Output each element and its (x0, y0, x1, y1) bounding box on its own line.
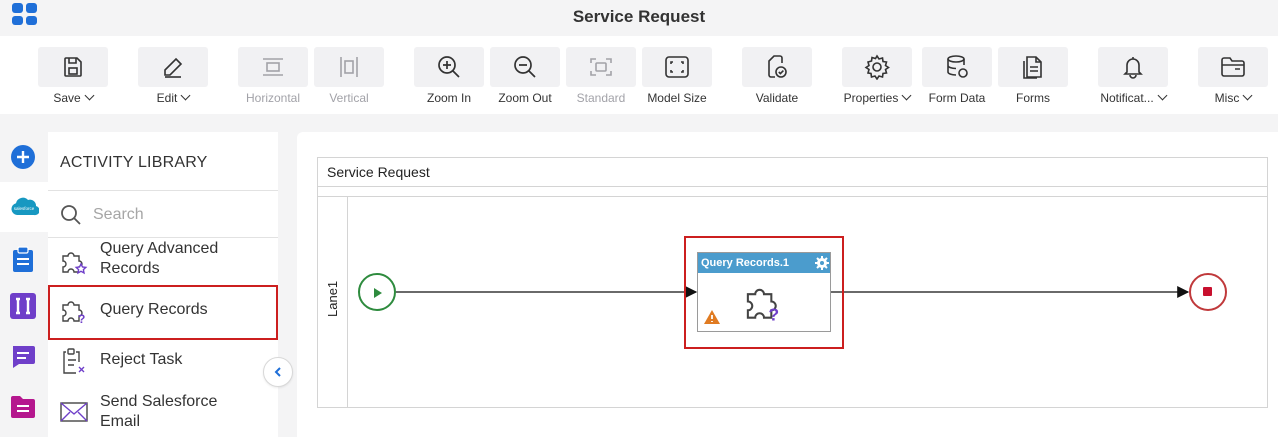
task-header: Query Records.1 (698, 253, 830, 273)
sequence-flows (396, 286, 1190, 298)
play-icon (374, 288, 382, 298)
query-records-task[interactable]: Query Records.1 ? (697, 252, 831, 332)
end-event[interactable] (1189, 273, 1227, 311)
svg-text:?: ? (768, 305, 779, 325)
stop-icon (1203, 287, 1212, 296)
puzzle-question-icon: ? (746, 288, 779, 325)
start-event[interactable] (358, 273, 396, 311)
task-title: Query Records.1 (701, 257, 790, 269)
warning-icon (704, 310, 720, 324)
gear-icon[interactable] (815, 256, 829, 270)
